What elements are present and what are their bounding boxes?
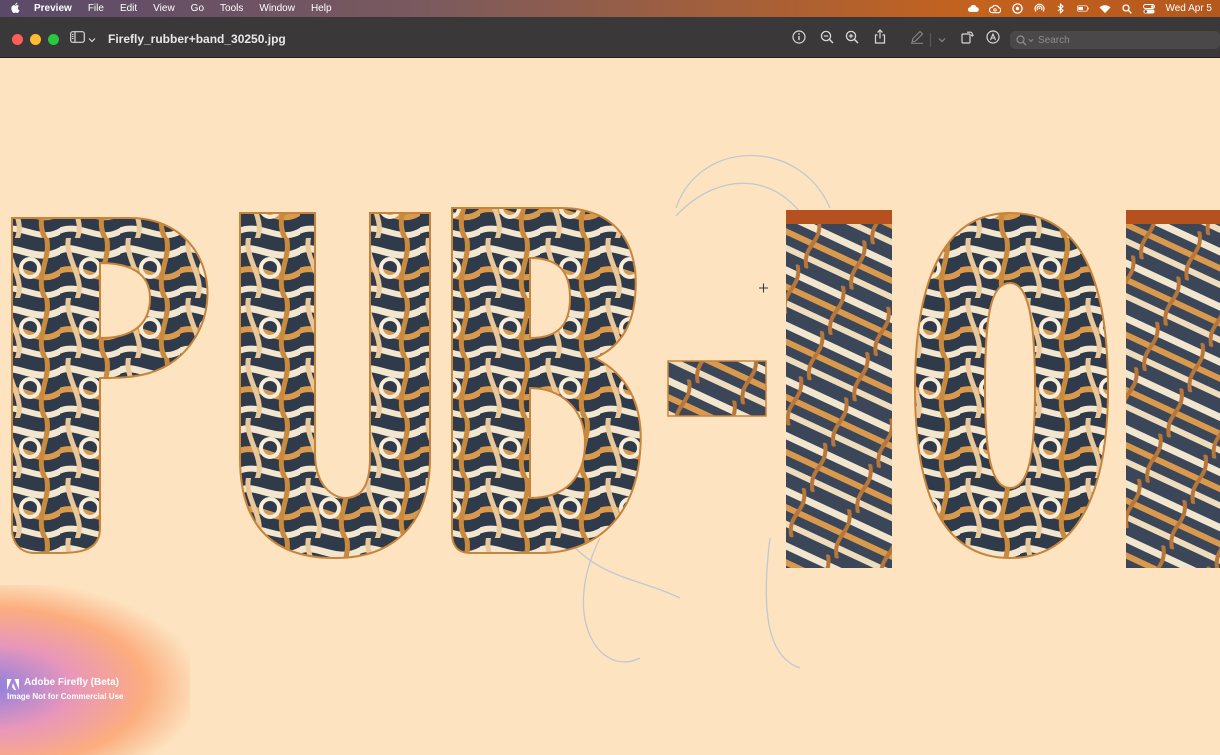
highlight-icon	[986, 29, 1000, 49]
zoom-in-button[interactable]	[844, 30, 860, 49]
letter-i-cropped	[1126, 210, 1220, 568]
letter-i	[786, 210, 892, 568]
menu-preview[interactable]: Preview	[30, 3, 80, 14]
minimize-window-button[interactable]	[30, 34, 41, 45]
menu-window[interactable]: Window	[251, 3, 303, 14]
share-button[interactable]	[872, 29, 888, 49]
zoom-in-icon	[845, 30, 859, 49]
window-title: Firefly_rubber+band_30250.jpg	[108, 32, 286, 46]
search-icon[interactable]	[1121, 3, 1133, 14]
chevron-down-icon	[938, 30, 946, 48]
markup-button[interactable]	[909, 30, 925, 49]
info-icon	[792, 29, 806, 49]
sidebar-toggle-button[interactable]	[70, 30, 98, 48]
toolbar-divider	[930, 33, 931, 47]
watermark-subtitle: Image Not for Commercial Use	[7, 692, 124, 701]
battery-icon[interactable]	[1077, 4, 1090, 14]
close-window-button[interactable]	[12, 34, 23, 45]
window-toolbar: Firefly_rubber+band_30250.jpg Search	[0, 17, 1220, 58]
letter-p	[11, 217, 209, 554]
bluetooth-icon[interactable]	[1055, 3, 1067, 14]
cloud-icon[interactable]	[967, 4, 980, 14]
menu-tools[interactable]: Tools	[212, 3, 251, 14]
hyphen	[667, 360, 767, 417]
apple-icon[interactable]	[0, 2, 30, 16]
menu-help[interactable]: Help	[303, 3, 340, 14]
markup-pen-icon	[910, 30, 924, 49]
zoom-window-button[interactable]	[48, 34, 59, 45]
zoom-out-button[interactable]	[819, 30, 835, 49]
menu-file[interactable]: File	[80, 3, 112, 14]
zoom-out-icon	[820, 30, 834, 49]
rotate-button[interactable]	[959, 31, 975, 47]
menu-view[interactable]: View	[145, 3, 183, 14]
chevron-down-icon	[1028, 38, 1034, 43]
sidebar-toggle-icon	[70, 30, 85, 48]
menu-edit[interactable]: Edit	[112, 3, 145, 14]
airdrop-icon[interactable]	[1033, 3, 1045, 14]
highlight-button[interactable]	[985, 29, 1001, 49]
target-icon[interactable]	[1011, 3, 1023, 14]
info-button[interactable]	[791, 29, 807, 49]
crosshair-cursor-icon	[759, 283, 768, 293]
menu-go[interactable]: Go	[183, 3, 212, 14]
adobe-logo-icon	[7, 677, 19, 690]
search-icon	[1016, 34, 1027, 46]
rotate-icon	[960, 30, 974, 49]
letter-u	[239, 212, 431, 560]
wifi-icon[interactable]	[1099, 4, 1112, 14]
watermark-gradient	[0, 585, 190, 755]
search-field[interactable]: Search	[1010, 31, 1220, 49]
letter-o	[913, 211, 1110, 560]
markup-menu-button[interactable]	[934, 31, 950, 47]
menu-bar: Preview File Edit View Go Tools Window H…	[0, 0, 1220, 17]
creative-cloud-icon[interactable]	[989, 4, 1002, 14]
menubar-clock[interactable]: Wed Apr 5	[1165, 3, 1212, 14]
chevron-down-icon	[88, 30, 96, 48]
window-controls	[12, 34, 59, 45]
letter-b	[451, 207, 642, 554]
share-icon	[873, 29, 887, 49]
watermark-title: Adobe Firefly (Beta)	[24, 677, 120, 688]
search-placeholder: Search	[1038, 34, 1070, 46]
control-center-icon[interactable]	[1143, 3, 1156, 14]
